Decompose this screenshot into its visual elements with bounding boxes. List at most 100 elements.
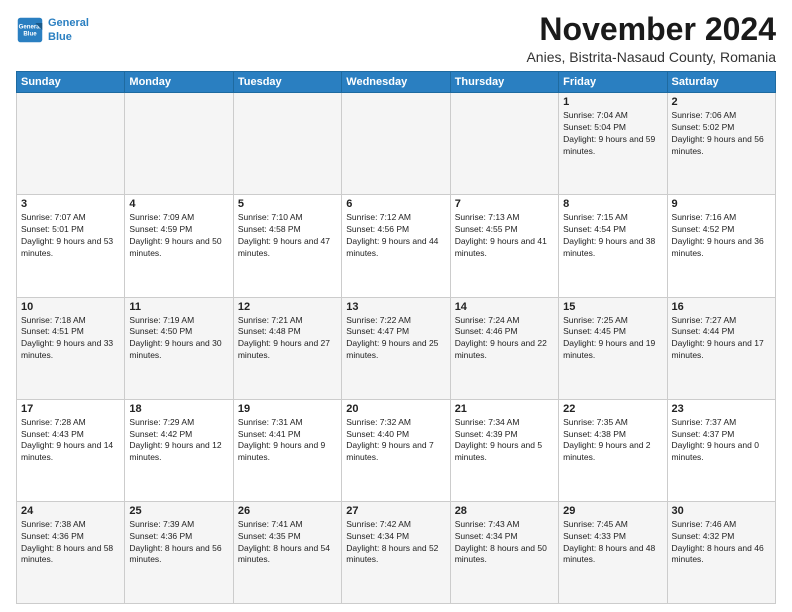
cell-content-line: Sunset: 4:42 PM bbox=[129, 429, 228, 441]
calendar-week-1: 1Sunrise: 7:04 AMSunset: 5:04 PMDaylight… bbox=[17, 93, 776, 195]
day-number: 30 bbox=[672, 505, 771, 517]
day-number: 18 bbox=[129, 403, 228, 415]
cell-content-line: Sunset: 4:37 PM bbox=[672, 429, 771, 441]
day-number: 23 bbox=[672, 403, 771, 415]
cell-content-line: Daylight: 9 hours and 22 minutes. bbox=[455, 338, 554, 362]
cell-content-line: Sunrise: 7:39 AM bbox=[129, 519, 228, 531]
weekday-row: SundayMondayTuesdayWednesdayThursdayFrid… bbox=[17, 72, 776, 93]
day-number: 16 bbox=[672, 301, 771, 313]
logo-text: General Blue bbox=[48, 16, 89, 45]
cell-content-line: Sunrise: 7:37 AM bbox=[672, 417, 771, 429]
calendar-table: SundayMondayTuesdayWednesdayThursdayFrid… bbox=[16, 71, 776, 604]
cell-content-line: Daylight: 8 hours and 48 minutes. bbox=[563, 543, 662, 567]
calendar-cell: 5Sunrise: 7:10 AMSunset: 4:58 PMDaylight… bbox=[233, 195, 341, 297]
day-number: 2 bbox=[672, 96, 771, 108]
day-number: 12 bbox=[238, 301, 337, 313]
cell-content-line: Sunset: 4:51 PM bbox=[21, 326, 120, 338]
day-number: 24 bbox=[21, 505, 120, 517]
cell-content-line: Daylight: 9 hours and 36 minutes. bbox=[672, 236, 771, 260]
cell-content-line: Sunset: 5:01 PM bbox=[21, 224, 120, 236]
cell-content-line: Sunrise: 7:29 AM bbox=[129, 417, 228, 429]
cell-content-line: Sunset: 4:43 PM bbox=[21, 429, 120, 441]
cell-content-line: Sunset: 4:36 PM bbox=[21, 531, 120, 543]
calendar-cell: 13Sunrise: 7:22 AMSunset: 4:47 PMDayligh… bbox=[342, 297, 450, 399]
day-number: 10 bbox=[21, 301, 120, 313]
calendar-cell: 6Sunrise: 7:12 AMSunset: 4:56 PMDaylight… bbox=[342, 195, 450, 297]
cell-content-line: Daylight: 9 hours and 9 minutes. bbox=[238, 440, 337, 464]
calendar-cell: 11Sunrise: 7:19 AMSunset: 4:50 PMDayligh… bbox=[125, 297, 233, 399]
calendar-cell bbox=[450, 93, 558, 195]
cell-content-line: Sunset: 4:54 PM bbox=[563, 224, 662, 236]
day-number: 19 bbox=[238, 403, 337, 415]
cell-content-line: Sunrise: 7:45 AM bbox=[563, 519, 662, 531]
cell-content-line: Sunrise: 7:04 AM bbox=[563, 110, 662, 122]
cell-content-line: Sunset: 4:56 PM bbox=[346, 224, 445, 236]
page-header: General Blue General Blue November 2024 … bbox=[16, 12, 776, 65]
cell-content-line: Sunrise: 7:19 AM bbox=[129, 315, 228, 327]
calendar-cell: 25Sunrise: 7:39 AMSunset: 4:36 PMDayligh… bbox=[125, 501, 233, 603]
cell-content-line: Sunset: 4:48 PM bbox=[238, 326, 337, 338]
day-number: 20 bbox=[346, 403, 445, 415]
cell-content-line: Sunset: 4:33 PM bbox=[563, 531, 662, 543]
cell-content-line: Sunset: 4:55 PM bbox=[455, 224, 554, 236]
calendar-cell: 19Sunrise: 7:31 AMSunset: 4:41 PMDayligh… bbox=[233, 399, 341, 501]
calendar-cell bbox=[233, 93, 341, 195]
cell-content-line: Sunrise: 7:13 AM bbox=[455, 212, 554, 224]
cell-content-line: Daylight: 9 hours and 5 minutes. bbox=[455, 440, 554, 464]
day-number: 27 bbox=[346, 505, 445, 517]
cell-content-line: Sunset: 4:32 PM bbox=[672, 531, 771, 543]
calendar-cell: 7Sunrise: 7:13 AMSunset: 4:55 PMDaylight… bbox=[450, 195, 558, 297]
cell-content-line: Sunrise: 7:25 AM bbox=[563, 315, 662, 327]
cell-content-line: Daylight: 8 hours and 56 minutes. bbox=[129, 543, 228, 567]
day-number: 1 bbox=[563, 96, 662, 108]
calendar-cell: 24Sunrise: 7:38 AMSunset: 4:36 PMDayligh… bbox=[17, 501, 125, 603]
cell-content-line: Daylight: 9 hours and 2 minutes. bbox=[563, 440, 662, 464]
weekday-header-sunday: Sunday bbox=[17, 72, 125, 93]
calendar-week-5: 24Sunrise: 7:38 AMSunset: 4:36 PMDayligh… bbox=[17, 501, 776, 603]
cell-content-line: Sunrise: 7:43 AM bbox=[455, 519, 554, 531]
calendar-cell: 21Sunrise: 7:34 AMSunset: 4:39 PMDayligh… bbox=[450, 399, 558, 501]
cell-content-line: Sunset: 4:39 PM bbox=[455, 429, 554, 441]
cell-content-line: Sunrise: 7:09 AM bbox=[129, 212, 228, 224]
day-number: 15 bbox=[563, 301, 662, 313]
calendar-cell: 29Sunrise: 7:45 AMSunset: 4:33 PMDayligh… bbox=[559, 501, 667, 603]
cell-content-line: Daylight: 9 hours and 59 minutes. bbox=[563, 134, 662, 158]
cell-content-line: Daylight: 8 hours and 46 minutes. bbox=[672, 543, 771, 567]
cell-content-line: Sunrise: 7:32 AM bbox=[346, 417, 445, 429]
cell-content-line: Sunrise: 7:28 AM bbox=[21, 417, 120, 429]
calendar-cell: 15Sunrise: 7:25 AMSunset: 4:45 PMDayligh… bbox=[559, 297, 667, 399]
cell-content-line: Sunrise: 7:15 AM bbox=[563, 212, 662, 224]
cell-content-line: Sunset: 4:41 PM bbox=[238, 429, 337, 441]
cell-content-line: Daylight: 9 hours and 56 minutes. bbox=[672, 134, 771, 158]
cell-content-line: Daylight: 8 hours and 58 minutes. bbox=[21, 543, 120, 567]
day-number: 9 bbox=[672, 198, 771, 210]
calendar-cell bbox=[125, 93, 233, 195]
logo: General Blue General Blue bbox=[16, 16, 89, 45]
calendar-cell: 30Sunrise: 7:46 AMSunset: 4:32 PMDayligh… bbox=[667, 501, 775, 603]
cell-content-line: Sunrise: 7:41 AM bbox=[238, 519, 337, 531]
weekday-header-wednesday: Wednesday bbox=[342, 72, 450, 93]
cell-content-line: Sunset: 5:02 PM bbox=[672, 122, 771, 134]
weekday-header-tuesday: Tuesday bbox=[233, 72, 341, 93]
calendar-cell: 2Sunrise: 7:06 AMSunset: 5:02 PMDaylight… bbox=[667, 93, 775, 195]
cell-content-line: Sunrise: 7:24 AM bbox=[455, 315, 554, 327]
calendar-cell: 4Sunrise: 7:09 AMSunset: 4:59 PMDaylight… bbox=[125, 195, 233, 297]
calendar-cell: 3Sunrise: 7:07 AMSunset: 5:01 PMDaylight… bbox=[17, 195, 125, 297]
cell-content-line: Daylight: 9 hours and 17 minutes. bbox=[672, 338, 771, 362]
cell-content-line: Sunrise: 7:07 AM bbox=[21, 212, 120, 224]
day-number: 28 bbox=[455, 505, 554, 517]
weekday-header-thursday: Thursday bbox=[450, 72, 558, 93]
calendar-cell: 26Sunrise: 7:41 AMSunset: 4:35 PMDayligh… bbox=[233, 501, 341, 603]
calendar-cell: 27Sunrise: 7:42 AMSunset: 4:34 PMDayligh… bbox=[342, 501, 450, 603]
cell-content-line: Sunrise: 7:27 AM bbox=[672, 315, 771, 327]
cell-content-line: Sunset: 4:45 PM bbox=[563, 326, 662, 338]
calendar-week-2: 3Sunrise: 7:07 AMSunset: 5:01 PMDaylight… bbox=[17, 195, 776, 297]
cell-content-line: Sunset: 4:58 PM bbox=[238, 224, 337, 236]
calendar-cell: 17Sunrise: 7:28 AMSunset: 4:43 PMDayligh… bbox=[17, 399, 125, 501]
cell-content-line: Sunrise: 7:12 AM bbox=[346, 212, 445, 224]
calendar-header: SundayMondayTuesdayWednesdayThursdayFrid… bbox=[17, 72, 776, 93]
cell-content-line: Daylight: 9 hours and 12 minutes. bbox=[129, 440, 228, 464]
cell-content-line: Daylight: 9 hours and 50 minutes. bbox=[129, 236, 228, 260]
calendar-cell: 12Sunrise: 7:21 AMSunset: 4:48 PMDayligh… bbox=[233, 297, 341, 399]
calendar-cell: 16Sunrise: 7:27 AMSunset: 4:44 PMDayligh… bbox=[667, 297, 775, 399]
